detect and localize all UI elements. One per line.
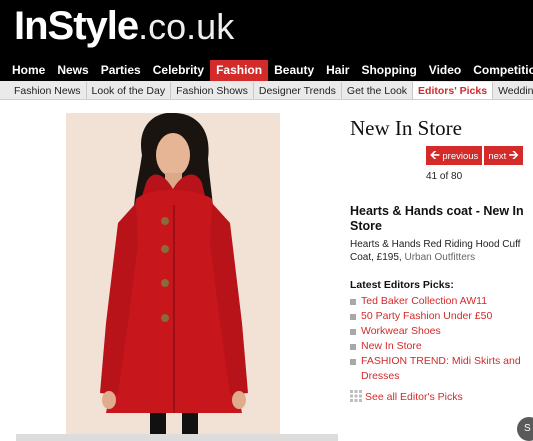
subnav-get-the-look[interactable]: Get the Look (342, 82, 414, 99)
editors-pick-link[interactable]: FASHION TREND: Midi Skirts and Dresses (361, 354, 530, 384)
editors-pick-link[interactable]: New In Store (361, 339, 530, 354)
nav-home[interactable]: Home (0, 60, 51, 81)
editors-pick-link[interactable]: 50 Party Fashion Under £50 (361, 309, 530, 324)
product-title: Hearts & Hands coat - New In Store (350, 204, 524, 233)
subnav-wedding[interactable]: Wedding (493, 82, 533, 99)
product-photo (66, 113, 280, 435)
gallery-pager: 🡨 previous next 🡪 (426, 146, 523, 165)
previous-label: previous (442, 151, 479, 162)
editors-pick-item[interactable]: Workwear Shoes (350, 324, 530, 339)
see-all-label: See all Editor's Picks (365, 391, 463, 403)
arrow-left-icon: 🡨 (430, 148, 440, 162)
logo-tld: .co.uk (138, 6, 235, 47)
nav-beauty[interactable]: Beauty (268, 60, 320, 81)
subnav-editors-picks[interactable]: Editors' Picks (413, 82, 494, 99)
nav-shopping[interactable]: Shopping (355, 60, 422, 81)
subnav-designer-trends[interactable]: Designer Trends (254, 82, 342, 99)
bullet-icon (350, 344, 356, 350)
product-description: Hearts & Hands Red Riding Hood Cuff Coat… (350, 238, 530, 264)
nav-fashion[interactable]: Fashion (210, 60, 269, 81)
nav-video[interactable]: Video (423, 60, 467, 81)
retailer-link[interactable]: Urban Outfitters (405, 252, 476, 263)
next-label: next (488, 151, 507, 162)
editors-picks-heading: Latest Editors Picks: (350, 279, 454, 291)
header-bar: InStyle.co.uk (0, 0, 533, 60)
subnav-fashion-news[interactable]: Fashion News (0, 82, 87, 99)
subnav-look-of-the-day[interactable]: Look of the Day (87, 82, 172, 99)
editors-pick-item[interactable]: FASHION TREND: Midi Skirts and Dresses (350, 354, 530, 384)
editors-pick-item[interactable]: Ted Baker Collection AW11 (350, 294, 530, 309)
nav-news[interactable]: News (51, 60, 94, 81)
share-badge[interactable]: S (517, 417, 533, 441)
previous-button[interactable]: 🡨 previous (426, 146, 483, 165)
bullet-icon (350, 314, 356, 320)
sub-nav: Fashion News Look of the Day Fashion Shows… (0, 81, 533, 100)
bullet-icon (350, 359, 356, 365)
nav-celebrity[interactable]: Celebrity (147, 60, 210, 81)
editors-picks-list: Ted Baker Collection AW11 50 Party Fashi… (350, 294, 530, 384)
next-button[interactable]: next 🡪 (484, 146, 523, 165)
editors-pick-item[interactable]: New In Store (350, 339, 530, 354)
nav-competitions[interactable]: Competitio (467, 60, 533, 81)
bullet-icon (350, 329, 356, 335)
nav-hair[interactable]: Hair (320, 60, 355, 81)
editors-pick-link[interactable]: Ted Baker Collection AW11 (361, 294, 530, 309)
page-title: New In Store (350, 116, 462, 140)
subnav-fashion-shows[interactable]: Fashion Shows (171, 82, 254, 99)
grid-icon (350, 390, 362, 402)
model-in-red-coat-illustration (66, 113, 280, 435)
nav-parties[interactable]: Parties (95, 60, 147, 81)
gallery-counter: 41 of 80 (426, 171, 463, 182)
logo-brand: InStyle (14, 4, 139, 48)
site-logo[interactable]: InStyle.co.uk (14, 6, 234, 46)
editors-pick-link[interactable]: Workwear Shoes (361, 324, 530, 339)
main-nav: Home News Parties Celebrity Fashion Beauty Hai… (0, 60, 533, 81)
editors-pick-item[interactable]: 50 Party Fashion Under £50 (350, 309, 530, 324)
image-scroll-bar (16, 434, 338, 441)
bullet-icon (350, 299, 356, 305)
arrow-right-icon: 🡪 (508, 148, 519, 162)
see-all-editors-picks-link[interactable]: See all Editor's Picks (350, 390, 463, 403)
